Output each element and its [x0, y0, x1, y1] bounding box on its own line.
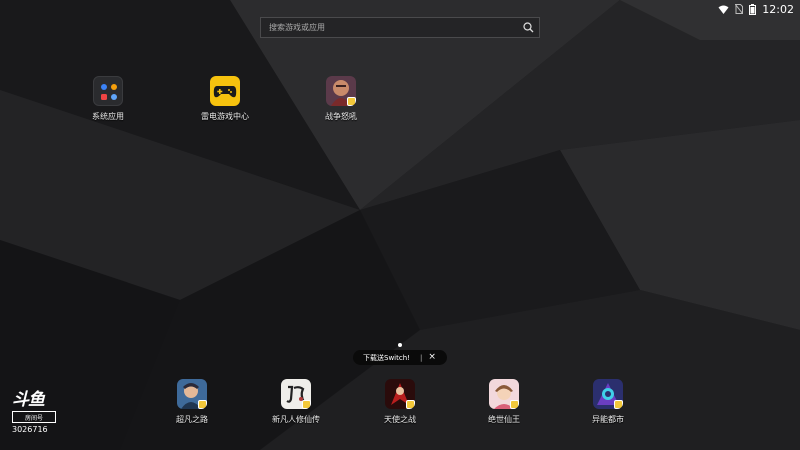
search-input[interactable]	[261, 17, 517, 38]
dock-app-chaofan[interactable]: 超凡之路	[157, 379, 227, 425]
close-icon[interactable]: ×	[428, 353, 436, 362]
app-war-roar[interactable]: 战争怒吼	[306, 76, 376, 122]
app-label: 战争怒吼	[325, 112, 357, 121]
page-indicator	[398, 343, 402, 347]
badge-icon	[614, 400, 623, 409]
battery-icon	[749, 3, 757, 15]
game-art-icon	[326, 76, 356, 106]
dock-app-tianshi[interactable]: 天使之战	[365, 379, 435, 425]
app-label: 系统应用	[92, 112, 124, 121]
dock-app-jueshi[interactable]: 绝世仙王	[469, 379, 539, 425]
badge-icon	[406, 400, 415, 409]
game-art-icon	[281, 379, 311, 409]
separator: |	[419, 353, 423, 362]
watermark-logo: 斗鱼	[12, 390, 45, 410]
search-bar[interactable]	[260, 17, 540, 38]
status-bar: 12:02	[704, 0, 800, 18]
badge-icon	[302, 400, 311, 409]
clock: 12:02	[762, 2, 794, 16]
game-art-icon	[489, 379, 519, 409]
gamepad-icon	[210, 76, 240, 106]
app-label: 绝世仙王	[488, 415, 520, 424]
badge-icon	[510, 400, 519, 409]
douyu-watermark: 斗鱼 房间号 3026716	[12, 392, 56, 434]
badge-icon	[198, 400, 207, 409]
app-label: 天使之战	[384, 415, 416, 424]
badge-icon	[347, 97, 356, 106]
app-label: 异能都市	[592, 415, 624, 424]
app-system-apps[interactable]: 系统应用	[73, 76, 143, 122]
no-sim-icon	[735, 4, 744, 14]
game-art-icon	[385, 379, 415, 409]
game-art-icon	[593, 379, 623, 409]
app-folder-icon	[93, 76, 123, 106]
wifi-icon	[718, 5, 729, 14]
dock-app-yineng[interactable]: 异能都市	[573, 379, 643, 425]
promo-tooltip[interactable]: 下载送Switch! | ×	[353, 350, 447, 365]
dock-app-xinfanren[interactable]: 新凡人修仙传	[261, 379, 331, 425]
app-label: 新凡人修仙传	[272, 415, 320, 424]
promo-text[interactable]: 下载送Switch!	[363, 353, 410, 363]
app-ldplayer-game-center[interactable]: 雷电游戏中心	[190, 76, 260, 122]
search-icon[interactable]	[517, 18, 539, 37]
app-label: 超凡之路	[176, 415, 208, 424]
watermark-tag: 房间号	[12, 411, 56, 423]
app-label: 雷电游戏中心	[201, 112, 249, 121]
watermark-room-number: 3026716	[12, 425, 48, 434]
game-art-icon	[177, 379, 207, 409]
